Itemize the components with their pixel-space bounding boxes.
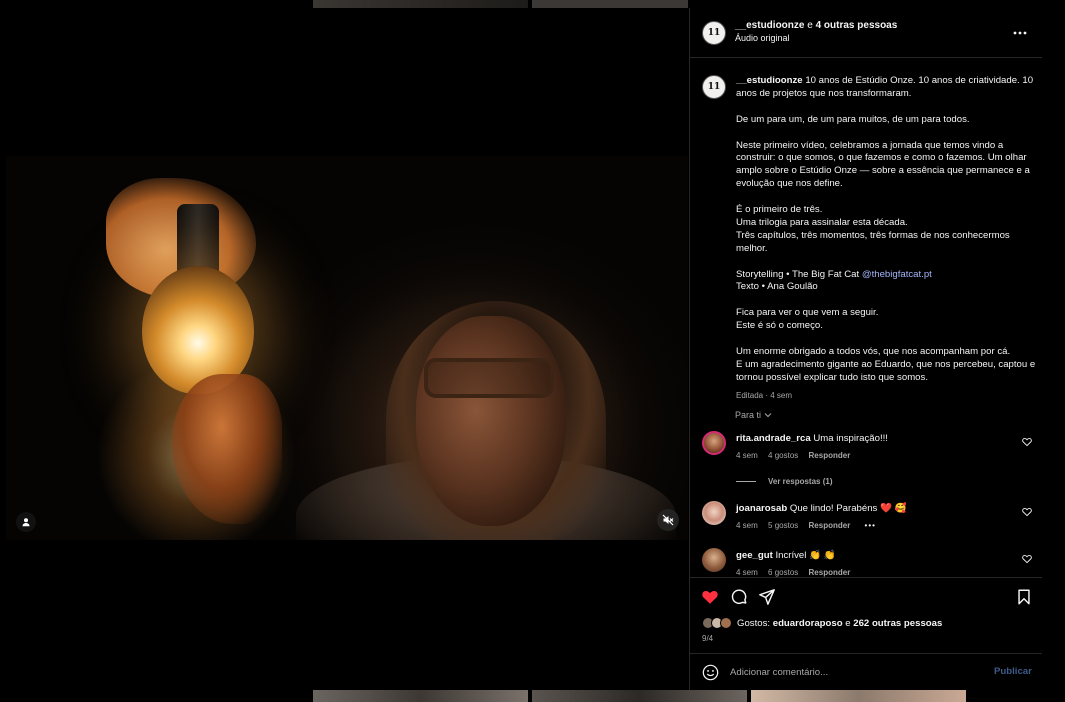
collaborators-link[interactable]: 4 outras pessoas	[816, 20, 898, 31]
more-options-button[interactable]	[1013, 23, 1027, 38]
post-actions: Gostos: eduardoraposo e 262 outras pesso…	[690, 577, 1042, 653]
avatar-initials: 11	[707, 28, 721, 38]
reply-button[interactable]: Responder	[809, 521, 851, 530]
heart-filled-icon[interactable]	[701, 588, 719, 606]
avatar-initials: 11	[707, 82, 721, 92]
comment-username[interactable]: joanarosab	[736, 503, 787, 514]
credits-text: Texto • Ana Goulão	[736, 281, 818, 293]
post-header: 11 __estudioonze e 4 outras pessoas Áudi…	[690, 8, 1042, 58]
comment-meta: 4 sem 4 gostos Responder	[736, 451, 858, 460]
grid-thumbnail[interactable]	[313, 690, 528, 702]
comment-text: rita.andrade_rca Uma inspiração!!!	[736, 433, 888, 444]
likes-others-link[interactable]: 262 outras pessoas	[853, 618, 942, 629]
audio-link[interactable]: Áudio original	[735, 32, 897, 44]
likes-text: Gostos: eduardoraposo e 262 outras pesso…	[737, 618, 942, 629]
header-text: __estudioonze e 4 outras pessoas Áudio o…	[735, 20, 897, 44]
caption-credits: Storytelling • The Big Fat Cat @thebigfa…	[736, 269, 1036, 295]
liker-username[interactable]: eduardoraposo	[773, 618, 843, 629]
video-frame-shape	[416, 316, 566, 526]
heart-outline-icon[interactable]	[1022, 507, 1032, 517]
divider	[736, 481, 756, 482]
caption-paragraph: Fica para ver o que vem a seguir. Este é…	[736, 307, 879, 332]
avatar	[720, 617, 732, 629]
avatar[interactable]	[702, 431, 726, 455]
post-date[interactable]: 9/4	[702, 634, 713, 643]
video-frame-shape	[177, 204, 219, 274]
more-horizontal-icon	[1013, 31, 1027, 35]
comment-likes[interactable]: 6 gostos	[768, 568, 798, 577]
grid-thumbnail[interactable]	[532, 0, 688, 8]
grid-thumbnail[interactable]	[532, 690, 747, 702]
avatar[interactable]: 11	[702, 75, 726, 99]
post-side-panel: 11 __estudioonze e 4 outras pessoas Áudi…	[689, 8, 1042, 690]
heart-outline-icon[interactable]	[1022, 554, 1032, 564]
caption-username[interactable]: __estudioonze	[736, 75, 803, 86]
credits-storytelling: Storytelling • The Big Fat Cat	[736, 268, 860, 280]
comment-more-button[interactable]: •••	[865, 521, 876, 530]
comment-meta: 4 sem 6 gostos Responder	[736, 568, 858, 577]
user-icon	[22, 518, 30, 527]
comment-sort-dropdown[interactable]: Para ti	[735, 410, 772, 420]
caption-paragraph: Um enorme obrigado a todos vós, que nos …	[736, 345, 1036, 383]
tagged-users-button[interactable]	[16, 512, 36, 532]
speaker-muted-icon	[662, 514, 674, 526]
comment-text: gee_gut Incrível 👏 👏	[736, 550, 836, 561]
reply-button[interactable]: Responder	[809, 451, 851, 460]
mute-button[interactable]	[657, 509, 679, 531]
avatar[interactable]	[702, 548, 726, 572]
comment-item: gee_gut Incrível 👏 👏 4 sem 6 gostos Resp…	[690, 548, 1042, 577]
edited-timestamp: Editada · 4 sem	[736, 390, 793, 400]
comment-meta: 4 sem 5 gostos Responder •••	[736, 521, 884, 530]
reply-button[interactable]: Responder	[809, 568, 851, 577]
caption-paragraph: De um para um, de um para muitos, de um …	[736, 113, 970, 125]
comment-item: joanarosab Que lindo! Parabéns ❤️ 🥰 4 se…	[690, 501, 1042, 541]
caption-paragraph: __estudioonze 10 anos de Estúdio Onze. 1…	[736, 75, 1036, 101]
comment-body: Incrível 👏 👏	[775, 550, 836, 561]
author-username[interactable]: __estudioonze	[735, 20, 804, 31]
comment-username[interactable]: rita.andrade_rca	[736, 433, 811, 444]
share-icon[interactable]	[758, 588, 776, 606]
likes-summary[interactable]: Gostos: eduardoraposo e 262 outras pesso…	[702, 617, 942, 629]
grid-thumbnail[interactable]	[313, 0, 528, 8]
comment-likes[interactable]: 4 gostos	[768, 451, 798, 460]
caption-paragraph: É o primeiro de três. Uma trilogia para …	[736, 204, 1010, 254]
comments-scroll-area[interactable]: 11 __estudioonze 10 anos de Estúdio Onze…	[690, 59, 1042, 577]
post-caption: __estudioonze 10 anos de Estúdio Onze. 1…	[736, 75, 1036, 402]
comment-text: joanarosab Que lindo! Parabéns ❤️ 🥰	[736, 503, 907, 514]
comment-time[interactable]: 4 sem	[736, 521, 758, 530]
comment-icon[interactable]	[730, 588, 748, 606]
comment-time[interactable]: 4 sem	[736, 451, 758, 460]
comment-item: rita.andrade_rca Uma inspiração!!! 4 sem…	[690, 431, 1042, 471]
comment-time[interactable]: 4 sem	[736, 568, 758, 577]
author-line: __estudioonze e 4 outras pessoas	[735, 20, 897, 32]
add-comment-bar: Publicar	[690, 653, 1042, 690]
sort-label: Para ti	[735, 410, 762, 420]
mention-link[interactable]: @thebigfatcat.pt	[862, 269, 932, 280]
view-replies-button[interactable]: Ver respostas (1)	[736, 477, 832, 486]
avatar[interactable]: 11	[702, 21, 726, 45]
comment-body: Que lindo! Parabéns ❤️ 🥰	[789, 503, 907, 514]
likes-prefix: Gostos:	[737, 617, 771, 629]
post-video[interactable]	[6, 156, 688, 540]
publish-button[interactable]: Publicar	[994, 666, 1032, 677]
caption-paragraph: Neste primeiro vídeo, celebramos a jorna…	[736, 139, 1030, 190]
author-joiner: e	[807, 20, 813, 31]
bookmark-icon[interactable]	[1015, 588, 1033, 606]
video-frame-shape	[424, 358, 554, 398]
emoji-icon[interactable]	[702, 664, 719, 681]
view-replies-label: Ver respostas (1)	[768, 477, 833, 486]
heart-outline-icon[interactable]	[1022, 437, 1032, 447]
comment-username[interactable]: gee_gut	[736, 550, 773, 561]
avatar[interactable]	[702, 501, 726, 525]
grid-thumbnail[interactable]	[751, 690, 966, 702]
comment-body: Uma inspiração!!!	[813, 433, 888, 444]
likes-joiner: e	[845, 617, 851, 629]
chevron-down-icon	[764, 413, 771, 418]
comment-likes[interactable]: 5 gostos	[768, 521, 798, 530]
comment-input[interactable]	[730, 664, 980, 681]
